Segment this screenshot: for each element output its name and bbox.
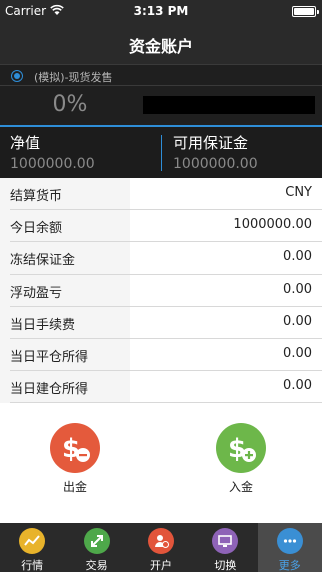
available-margin-value: 1000000.00 bbox=[173, 156, 258, 172]
table-row-settlement-currency: 结算货币 CNY bbox=[0, 178, 322, 211]
tab-label: 行情 bbox=[21, 559, 44, 572]
deposit-button[interactable]: $ 入金 bbox=[211, 423, 271, 495]
open-account-icon bbox=[147, 528, 174, 554]
tab-bar: 行情 交易 开户 切换 更多 bbox=[0, 523, 322, 572]
row-value: 0.00 bbox=[283, 313, 312, 329]
tab-switch[interactable]: 切换 bbox=[193, 523, 257, 572]
table-row-daily-open-income: 当日建仓所得 0.00 bbox=[0, 371, 322, 404]
switch-monitor-icon bbox=[212, 528, 239, 554]
account-name: (模拟)-现货发售 bbox=[34, 71, 113, 84]
risk-progress-bar bbox=[143, 96, 315, 114]
tab-label: 更多 bbox=[278, 559, 301, 572]
risk-percent: 0% bbox=[52, 92, 88, 117]
row-label: 冻结保证金 bbox=[10, 253, 76, 269]
row-value: 0.00 bbox=[283, 378, 312, 394]
withdraw-label: 出金 bbox=[62, 480, 87, 494]
row-value: CNY bbox=[285, 185, 312, 200]
value-cell: 0.00 bbox=[130, 274, 322, 307]
row-label: 当日手续费 bbox=[10, 317, 76, 333]
status-time: 3:13 PM bbox=[133, 4, 189, 18]
table-row-daily-close-income: 当日平仓所得 0.00 bbox=[0, 338, 322, 372]
table-row-floating-pnl: 浮动盈亏 0.00 bbox=[0, 274, 322, 307]
tab-label: 交易 bbox=[85, 559, 108, 572]
tab-market[interactable]: 行情 bbox=[0, 523, 64, 572]
value-cell: 0.00 bbox=[130, 242, 322, 275]
equity-summary: 净值 1000000.00 可用保证金 1000000.00 bbox=[0, 127, 322, 178]
row-label: 结算货币 bbox=[10, 189, 63, 204]
withdraw-button[interactable]: $ 出金 bbox=[45, 423, 105, 495]
account-selector[interactable]: (模拟)-现货发售 bbox=[0, 64, 322, 86]
tab-label: 切换 bbox=[214, 559, 237, 572]
available-margin-label: 可用保证金 bbox=[173, 134, 249, 152]
tab-open-account[interactable]: 开户 bbox=[129, 523, 193, 572]
value-cell: 1000000.00 bbox=[130, 210, 322, 243]
row-label: 浮动盈亏 bbox=[10, 285, 63, 301]
table-row-today-balance: 今日余额 1000000.00 bbox=[0, 210, 322, 243]
equity-label: 净值 bbox=[10, 134, 41, 152]
value-cell: 0.00 bbox=[130, 306, 322, 339]
available-margin-block: 可用保证金 1000000.00 bbox=[173, 132, 258, 172]
tab-trade[interactable]: 交易 bbox=[64, 523, 128, 572]
account-details-table: 结算货币 CNY 今日余额 1000000.00 冻结保证金 0.00 浮动盈亏… bbox=[0, 178, 322, 404]
table-row-frozen-margin: 冻结保证金 0.00 bbox=[0, 242, 322, 275]
market-chart-icon bbox=[19, 528, 46, 554]
page-title: 资金账户 bbox=[128, 37, 193, 56]
equity-block: 净值 1000000.00 bbox=[10, 132, 95, 172]
row-label: 当日建仓所得 bbox=[10, 382, 89, 398]
row-value: 0.00 bbox=[283, 249, 312, 265]
deposit-circle[interactable]: $ bbox=[216, 423, 266, 473]
row-value: 1000000.00 bbox=[233, 217, 312, 233]
equity-value: 1000000.00 bbox=[10, 156, 95, 172]
dollar-plus-icon: $ bbox=[228, 434, 256, 464]
risk-summary: 0% bbox=[0, 86, 322, 126]
status-bar: Carrier 3:13 PM bbox=[0, 0, 322, 22]
value-cell: 0.00 bbox=[130, 371, 322, 404]
row-value: 0.00 bbox=[283, 281, 312, 297]
dollar-minus-icon: $ bbox=[62, 434, 90, 464]
tab-more[interactable]: 更多 bbox=[257, 523, 322, 572]
row-label: 当日平仓所得 bbox=[10, 349, 89, 365]
row-value: 0.00 bbox=[283, 345, 312, 361]
deposit-label: 入金 bbox=[228, 480, 253, 494]
row-label: 今日余额 bbox=[10, 221, 63, 237]
value-cell: CNY bbox=[130, 178, 322, 211]
withdraw-circle[interactable]: $ bbox=[50, 423, 100, 473]
nav-bar: 资金账户 bbox=[0, 22, 322, 64]
trade-arrows-icon bbox=[83, 528, 110, 554]
table-row-daily-fee: 当日手续费 0.00 bbox=[0, 306, 322, 339]
equity-divider bbox=[161, 135, 162, 171]
more-dots-icon bbox=[276, 528, 303, 554]
radio-selected-icon[interactable] bbox=[11, 70, 23, 82]
tab-label: 开户 bbox=[149, 559, 172, 572]
value-cell: 0.00 bbox=[130, 338, 322, 372]
svg-text:$: $ bbox=[228, 434, 246, 464]
battery-icon bbox=[292, 6, 319, 17]
row-divider bbox=[10, 402, 322, 404]
svg-text:$: $ bbox=[62, 434, 80, 464]
